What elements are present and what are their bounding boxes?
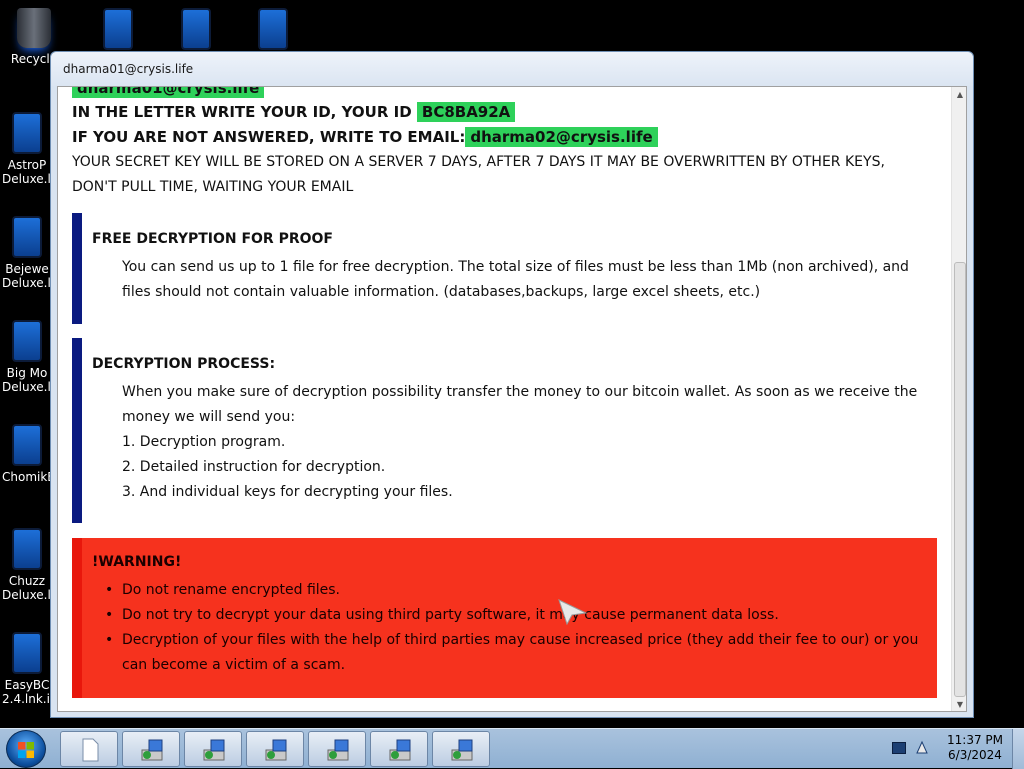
taskbar-button-installer[interactable] (370, 731, 428, 767)
warning-item: Decryption of your files with the help o… (105, 628, 932, 678)
desktop-icon[interactable] (88, 8, 148, 54)
desktop-icon-label: Deluxe.lr (2, 172, 52, 186)
file-icon (12, 424, 42, 466)
taskbar: 11:37 PM 6/3/2024 (0, 728, 1024, 769)
installer-icon (451, 739, 473, 761)
desktop-icon-label: Bejewe (5, 262, 49, 276)
installer-icon (265, 739, 287, 761)
ransom-note-window: dharma01@crysis.life dharma01@crysis.lif… (50, 51, 974, 718)
scrollbar-thumb[interactable] (954, 262, 966, 697)
taskbar-button-installer[interactable] (246, 731, 304, 767)
desktop-icon-label: EasyBC (4, 678, 50, 692)
desktop-icon-chomikbox[interactable]: ChomikB (2, 424, 52, 484)
desktop-icon-label: Deluxe.lr (2, 276, 52, 290)
warning-edge (72, 538, 82, 698)
decryption-step: 1. Decryption program. (122, 434, 286, 450)
free-decryption-title: FREE DECRYPTION FOR PROOF (92, 231, 333, 247)
warning-item: Do not try to decrypt your data using th… (105, 603, 932, 628)
email-2-highlight[interactable]: dharma02@crysis.life (465, 127, 658, 147)
taskbar-button-installer[interactable] (184, 731, 242, 767)
installer-icon (389, 739, 411, 761)
warning-section: !WARNING! Do not rename encrypted files.… (72, 538, 937, 698)
desktop-icon-label: ChomikB (2, 470, 52, 484)
document-icon (82, 738, 99, 762)
id-value-highlight: BC8BA92A (416, 102, 516, 122)
desktop-icon-astropop[interactable]: AstroP Deluxe.lr (2, 112, 52, 186)
not-answered-label: IF YOU ARE NOT ANSWERED, WRITE TO EMAIL: (72, 128, 466, 146)
email-line-1: dharma01@crysis.life (72, 87, 265, 98)
desktop-icon-chuzzle[interactable]: Chuzz Deluxe.lr (2, 528, 52, 602)
show-desktop-button[interactable] (1012, 729, 1024, 769)
email-1-highlight[interactable]: dharma01@crysis.life (72, 87, 265, 98)
windows-start-icon (18, 742, 34, 758)
note-content: dharma01@crysis.life IN THE LETTER WRITE… (58, 87, 951, 711)
desktop-icon-big-money[interactable]: Big Mo Deluxe.lr (2, 320, 52, 394)
installer-icon (327, 739, 349, 761)
desktop-icon-label: AstroP (7, 158, 47, 172)
section-bar (72, 213, 82, 324)
recycle-bin-icon (17, 8, 51, 48)
desktop-icon[interactable] (166, 8, 226, 54)
file-icon (181, 8, 211, 50)
file-icon (12, 320, 42, 362)
file-icon (258, 8, 288, 50)
free-decryption-text: You can send us up to 1 file for free de… (122, 259, 909, 300)
warning-item: Do not rename encrypted files. (105, 578, 932, 603)
decryption-step: 3. And individual keys for decrypting yo… (122, 484, 453, 500)
taskbar-button-installer[interactable] (122, 731, 180, 767)
network-icon[interactable] (892, 742, 906, 754)
window-title: dharma01@crysis.life (63, 62, 194, 76)
desktop-icon-label: Big Mo (6, 366, 48, 380)
free-decryption-section: FREE DECRYPTION FOR PROOF You can send u… (72, 213, 937, 324)
file-icon (12, 112, 42, 154)
dont-pull-line: DON'T PULL TIME, WAITING YOUR EMAIL (72, 179, 354, 195)
decryption-process-title: DECRYPTION PROCESS: (92, 356, 276, 372)
section-bar (72, 338, 82, 523)
desktop-icon-label: Chuzz (8, 574, 46, 588)
not-answered-line: IF YOU ARE NOT ANSWERED, WRITE TO EMAIL:… (72, 127, 658, 147)
desktop-icon[interactable] (243, 8, 303, 54)
mouse-cursor-icon (558, 599, 588, 625)
warning-title: !WARNING! (92, 554, 182, 570)
desktop-icon-easybcd[interactable]: EasyBC 2.4.lnk.id (2, 632, 52, 706)
taskbar-button-installer[interactable] (308, 731, 366, 767)
vertical-scrollbar[interactable]: ▲ ▼ (951, 87, 966, 711)
id-line-label: IN THE LETTER WRITE YOUR ID, YOUR ID (72, 103, 417, 121)
decryption-process-section: DECRYPTION PROCESS: When you make sure o… (72, 338, 937, 523)
file-icon (12, 216, 42, 258)
desktop-icon-bejeweled[interactable]: Bejewe Deluxe.lr (2, 216, 52, 290)
scroll-up-icon[interactable]: ▲ (952, 87, 966, 103)
file-icon (12, 632, 42, 674)
installer-icon (203, 739, 225, 761)
scroll-down-icon[interactable]: ▼ (952, 697, 966, 711)
decryption-step: 2. Detailed instruction for decryption. (122, 459, 386, 475)
installer-icon (141, 739, 163, 761)
taskbar-clock[interactable]: 11:37 PM 6/3/2024 (945, 733, 1005, 763)
warning-list: Do not rename encrypted files. Do not tr… (105, 578, 932, 678)
desktop-icon-label: Deluxe.lr (2, 588, 52, 602)
desktop-icon-label: 2.4.lnk.id (2, 692, 52, 706)
id-line: IN THE LETTER WRITE YOUR ID, YOUR ID BC8… (72, 102, 516, 122)
taskbar-button-installer[interactable] (432, 731, 490, 767)
window-client: dharma01@crysis.life IN THE LETTER WRITE… (57, 86, 967, 712)
window-titlebar[interactable]: dharma01@crysis.life (51, 52, 973, 86)
taskbar-button-document[interactable] (60, 731, 118, 767)
decryption-process-text: When you make sure of decryption possibi… (122, 384, 918, 425)
action-center-icon[interactable] (914, 740, 930, 756)
clock-date: 6/3/2024 (948, 748, 1002, 762)
file-icon (12, 528, 42, 570)
clock-time: 11:37 PM (947, 733, 1003, 747)
desktop-icon-label: Deluxe.lr (2, 380, 52, 394)
file-icon (103, 8, 133, 50)
secret-key-line: YOUR SECRET KEY WILL BE STORED ON A SERV… (72, 154, 885, 170)
start-button[interactable] (6, 730, 46, 768)
